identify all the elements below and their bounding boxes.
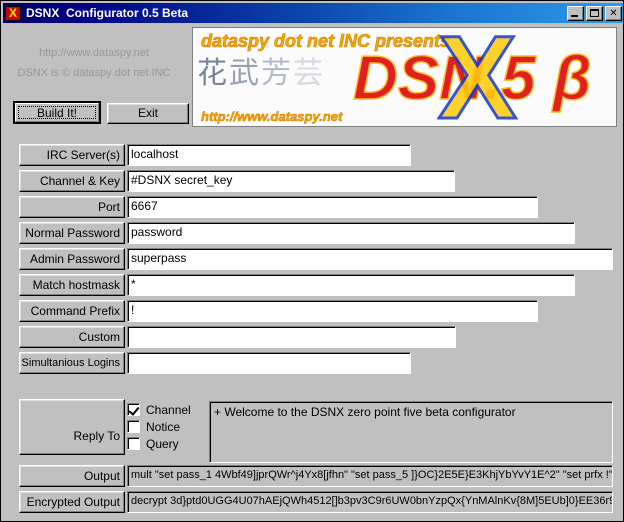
banner-glyph-1: 花 xyxy=(197,56,229,91)
banner-image: 花武芳芸 DSN.5 β X dataspy dot net INC prese… xyxy=(192,27,617,127)
checkbox-label-notice: Notice xyxy=(140,420,180,434)
checkbox-row-query[interactable]: Query xyxy=(127,435,205,452)
label-simultanious-logins: Simultanious Logins xyxy=(19,352,125,374)
maximize-button[interactable] xyxy=(586,6,603,21)
input-irc-servers[interactable]: localhost xyxy=(127,144,411,166)
title-bar: X DSNX Configurator 0.5 Beta ✕ xyxy=(3,3,623,23)
checkbox-label-channel: Channel xyxy=(140,403,191,417)
banner-tagline: dataspy dot net INC presents xyxy=(201,31,450,52)
close-icon: ✕ xyxy=(606,7,621,20)
encrypted-output-field[interactable]: decrypt 3d}ptd0UGG4U07hAEjQWh4512[]b3pv3… xyxy=(127,491,613,513)
checkbox-label-query: Query xyxy=(140,437,179,451)
build-it-button[interactable]: Build It! xyxy=(13,101,101,124)
label-match-hostmask: Match hostmask xyxy=(19,274,125,296)
checkbox-row-notice[interactable]: Notice xyxy=(127,418,205,435)
client-area: http://www.dataspy.net DSNX is © dataspy… xyxy=(3,25,623,520)
output-field[interactable]: mult "set pass_1 4Wbf49]jprQWr^j4Yx8[jfh… xyxy=(127,465,613,487)
banner-glyph-4: 芸 xyxy=(293,56,325,91)
maximize-icon xyxy=(590,9,599,17)
credit-url: http://www.dataspy.net xyxy=(3,47,185,59)
label-admin-password: Admin Password xyxy=(19,248,125,270)
build-it-button-label: Build It! xyxy=(18,106,96,119)
label-port: Port xyxy=(19,196,125,218)
reply-to-checkbox-group: Channel Notice Query xyxy=(127,401,205,453)
welcome-message-textarea[interactable]: + Welcome to the DSNX zero point five be… xyxy=(209,401,613,463)
label-output: Output xyxy=(19,465,125,487)
label-irc-servers: IRC Server(s) xyxy=(19,144,125,166)
input-channel-key[interactable]: #DSNX secret_key xyxy=(127,170,455,192)
exit-button[interactable]: Exit xyxy=(107,103,189,124)
app-window: X DSNX Configurator 0.5 Beta ✕ http://ww… xyxy=(0,0,624,522)
minimize-icon xyxy=(571,15,578,17)
input-port[interactable]: 6667 xyxy=(127,196,538,218)
label-custom: Custom xyxy=(19,326,125,348)
credit-copyright: DSNX is © dataspy dot net INC xyxy=(3,67,185,79)
checkbox-channel[interactable] xyxy=(127,403,140,416)
close-button[interactable]: ✕ xyxy=(605,6,622,21)
banner-x-icon: X xyxy=(438,27,517,127)
checkbox-query[interactable] xyxy=(127,437,140,450)
minimize-button[interactable] xyxy=(567,6,584,21)
banner-url: http://www.dataspy.net xyxy=(201,109,342,124)
input-command-prefix[interactable]: ! xyxy=(127,300,538,322)
input-simultanious-logins[interactable] xyxy=(127,352,411,374)
input-match-hostmask[interactable]: * xyxy=(127,274,575,296)
label-channel-key: Channel & Key xyxy=(19,170,125,192)
window-title: DSNX Configurator 0.5 Beta xyxy=(21,6,565,20)
build-it-button-inner: Build It! xyxy=(15,103,99,122)
banner-glyph-2: 武 xyxy=(229,56,261,91)
input-normal-password[interactable]: password xyxy=(127,222,575,244)
checkbox-row-channel[interactable]: Channel xyxy=(127,401,205,418)
label-reply-to: Reply To xyxy=(19,399,125,455)
input-admin-password[interactable]: superpass xyxy=(127,248,613,270)
checkbox-notice[interactable] xyxy=(127,420,140,433)
label-encrypted-output: Encrypted Output xyxy=(19,491,125,513)
label-command-prefix: Command Prefix xyxy=(19,300,125,322)
input-custom[interactable] xyxy=(127,326,456,348)
label-normal-password: Normal Password xyxy=(19,222,125,244)
app-icon: X xyxy=(5,6,21,21)
banner-decorative-glyphs: 花武芳芸 xyxy=(197,54,377,96)
banner-glyph-3: 芳 xyxy=(261,56,293,91)
